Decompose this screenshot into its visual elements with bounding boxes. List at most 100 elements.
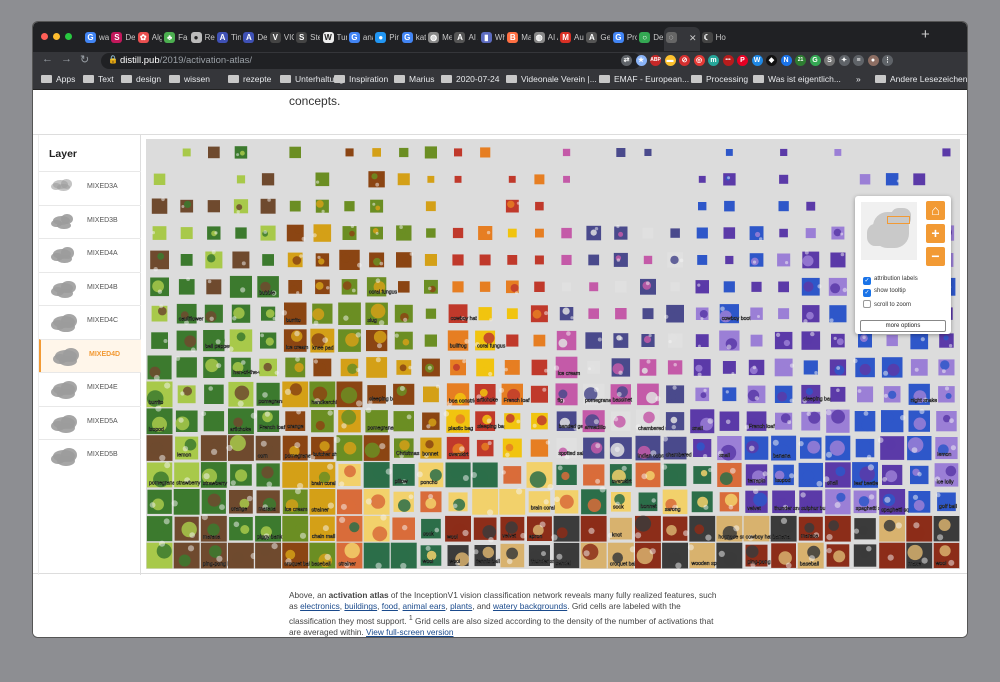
atlas-cell[interactable]	[255, 542, 281, 569]
atlas-map[interactable]: bubble coral fungus cauliflower burrito slug…	[146, 139, 960, 569]
atlas-cell[interactable]	[424, 334, 437, 347]
atlas-cell[interactable]	[368, 171, 385, 188]
atlas-cell[interactable]	[506, 308, 518, 319]
atlas-cell[interactable]	[504, 413, 521, 430]
address-bar[interactable]: 🔒 distill.pub/2019/activation-atlas/	[101, 53, 641, 69]
atlas-cell[interactable]	[644, 148, 652, 156]
atlas-cell[interactable]	[695, 307, 709, 321]
atlas-cell[interactable]	[693, 359, 711, 377]
atlas-cell[interactable]	[885, 173, 900, 186]
atlas-cell[interactable]	[392, 517, 415, 540]
watery-backgrounds-link[interactable]: watery backgrounds	[493, 601, 567, 611]
atlas-cell[interactable]	[670, 282, 680, 292]
atlas-cell[interactable]	[204, 384, 224, 404]
atlas-cell[interactable]	[146, 516, 173, 542]
atlas-cell[interactable]	[805, 228, 816, 239]
atlas-cell[interactable]	[642, 308, 654, 320]
atlas-cell[interactable]	[205, 250, 223, 269]
atlas-cell[interactable]	[798, 462, 823, 488]
atlas-cell[interactable]	[913, 173, 926, 186]
atlas-cell[interactable]	[613, 252, 628, 267]
browser-tab[interactable]: AGei	[584, 27, 610, 51]
atlas-cell[interactable]	[282, 462, 309, 490]
atlas-cell[interactable]	[336, 381, 363, 408]
atlas-cell[interactable]	[533, 334, 546, 347]
close-window-icon[interactable]	[41, 33, 48, 40]
atlas-cell[interactable]	[640, 278, 656, 295]
atlas-cell[interactable]	[421, 358, 440, 377]
atlas-cell[interactable]	[857, 386, 874, 403]
atlas-cell[interactable]	[798, 437, 822, 459]
atlas-cell[interactable]	[853, 357, 875, 378]
layer-item-mixed5a[interactable]: MIXED5A	[39, 405, 141, 439]
atlas-cell[interactable]	[232, 251, 250, 269]
atlas-cell[interactable]	[667, 360, 683, 375]
pinterest-icon[interactable]: P	[737, 55, 748, 66]
atlas-cell[interactable]	[235, 227, 247, 239]
atlas-cell[interactable]	[530, 385, 548, 403]
atlas-cell[interactable]	[749, 226, 764, 241]
browser-tab[interactable]: GPro	[611, 27, 637, 51]
atlas-cell[interactable]	[908, 491, 931, 513]
atlas-cell[interactable]	[340, 358, 360, 377]
atlas-cell[interactable]	[372, 148, 381, 157]
atlas-cell[interactable]	[551, 515, 580, 542]
atlas-cell[interactable]	[445, 462, 471, 488]
translate-icon[interactable]: ⇄	[621, 55, 632, 66]
atlas-cell[interactable]	[556, 464, 577, 485]
atlas-cell[interactable]	[771, 543, 796, 569]
atlas-cell[interactable]	[424, 146, 437, 159]
atlas-cell[interactable]	[855, 438, 875, 460]
atlas-cell[interactable]	[338, 329, 361, 352]
s-icon[interactable]: S	[824, 55, 835, 66]
atlas-cell[interactable]	[369, 252, 385, 268]
atlas-cell[interactable]	[695, 280, 710, 294]
atlas-cell[interactable]	[203, 356, 225, 378]
atlas-cell[interactable]	[448, 492, 468, 512]
atlas-cell[interactable]	[806, 201, 816, 211]
atlas-cell[interactable]	[879, 515, 906, 542]
atlas-cell[interactable]	[207, 226, 221, 240]
atlas-cell[interactable]	[938, 359, 955, 376]
atlas-cell[interactable]	[723, 281, 735, 293]
atlas-cell[interactable]	[479, 281, 491, 292]
atlas-cell[interactable]	[530, 305, 549, 323]
atlas-cell[interactable]	[531, 412, 548, 430]
atlas-cell[interactable]	[881, 410, 906, 433]
atlas-cell[interactable]	[342, 224, 357, 240]
atlas-cell[interactable]	[262, 254, 274, 266]
atlas-cell[interactable]	[881, 357, 903, 378]
atlas-cell[interactable]	[613, 333, 629, 348]
atlas-cell[interactable]	[825, 435, 851, 461]
atlas-cell[interactable]	[859, 174, 871, 185]
bookmark-item[interactable]: Inspiration	[334, 74, 388, 84]
atlas-cell[interactable]	[425, 201, 436, 212]
browser-tab[interactable]: ◍AI A	[532, 27, 558, 51]
atlas-cell[interactable]	[288, 280, 303, 295]
atlas-cell[interactable]	[936, 411, 957, 432]
atlas-cell[interactable]	[826, 544, 850, 567]
atlas-cell[interactable]	[666, 385, 685, 404]
atlas-cell[interactable]	[311, 410, 334, 433]
atlas-cell[interactable]	[716, 542, 743, 569]
full-screen-link[interactable]: View full-screen version	[366, 627, 453, 637]
layer-item-mixed4b[interactable]: MIXED4B	[39, 271, 141, 305]
browser-tab[interactable]: S Ste	[294, 27, 320, 51]
atlas-cell[interactable]	[556, 330, 577, 351]
atlas-cell[interactable]	[580, 515, 607, 542]
atlas-cell[interactable]	[175, 410, 198, 433]
atlas-cell[interactable]	[695, 334, 709, 348]
atlas-cell[interactable]	[824, 515, 851, 542]
bookmark-item[interactable]: Videonale Verein |...	[506, 74, 597, 84]
atlas-cell[interactable]	[534, 255, 544, 265]
bookmark-item[interactable]: Was ist eigentlich...	[753, 74, 841, 84]
atlas-cell[interactable]	[667, 252, 684, 268]
atlas-cell[interactable]	[231, 304, 251, 323]
layer-item-mixed4e[interactable]: MIXED4E	[39, 372, 141, 405]
atlas-cell[interactable]	[338, 409, 361, 433]
browser-tab[interactable]: ● Re	[189, 27, 215, 51]
atlas-cell[interactable]	[802, 250, 820, 269]
atlas-cell[interactable]	[312, 224, 332, 242]
atlas-cell[interactable]	[504, 360, 520, 375]
atlas-cell[interactable]	[341, 279, 358, 295]
